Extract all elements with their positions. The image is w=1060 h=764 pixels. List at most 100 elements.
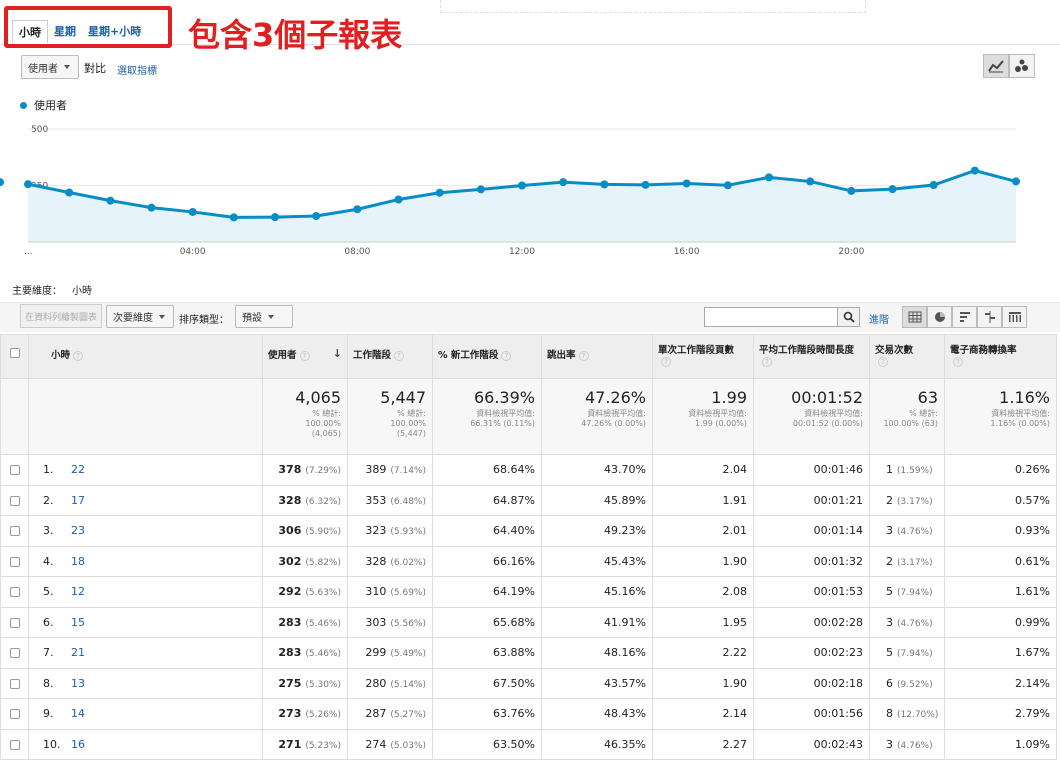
pie-view-button[interactable] bbox=[927, 306, 952, 328]
total-cell: 00:01:52 資料檢視平均值: 00:01:52 (0.00%) bbox=[753, 378, 870, 455]
checkbox-icon bbox=[9, 556, 20, 567]
sessions-cell: 323 (5.93%) bbox=[347, 515, 433, 547]
row-checkbox[interactable] bbox=[0, 637, 29, 669]
new-sessions-cell: 64.87% bbox=[432, 484, 542, 516]
hour-link[interactable]: 16 bbox=[71, 738, 85, 751]
users-cell: 302 (5.82%) bbox=[262, 545, 348, 577]
secondary-dimension-select[interactable]: 次要維度 bbox=[106, 305, 174, 328]
bounce-rate-cell: 43.70% bbox=[541, 454, 653, 486]
performance-view-button[interactable] bbox=[952, 306, 977, 328]
select-all-checkbox[interactable] bbox=[0, 334, 29, 379]
duration-cell: 00:02:43 bbox=[753, 728, 870, 760]
col-label: % 新工作階段 bbox=[438, 350, 499, 361]
col-header-sessions[interactable]: 工作階段? bbox=[347, 334, 433, 379]
data-point bbox=[518, 181, 526, 190]
motion-chart-button[interactable] bbox=[1009, 54, 1035, 78]
table-row[interactable]: 7. 21 283 (5.46%) 299 (5.49%) 63.88% 48.16% 2.22… bbox=[0, 637, 1057, 669]
users-cell: 275 (5.30%) bbox=[262, 667, 348, 699]
checkbox-icon bbox=[9, 587, 20, 598]
sort-type-select[interactable]: 預設 bbox=[235, 305, 293, 328]
hour-link[interactable]: 15 bbox=[71, 616, 85, 629]
table-row[interactable]: 2. 17 328 (6.32%) 353 (6.48%) 64.87% 45.89% 1.91… bbox=[0, 484, 1057, 516]
hour-link[interactable]: 22 bbox=[71, 463, 85, 476]
checkbox-icon bbox=[9, 678, 20, 689]
conversion-cell: 1.09% bbox=[944, 728, 1057, 760]
sessions-value: 280 bbox=[365, 676, 387, 690]
table-row[interactable]: 5. 12 292 (5.63%) 310 (5.69%) 64.19% 45.16% 2.08… bbox=[0, 576, 1057, 608]
hour-link[interactable]: 21 bbox=[71, 646, 85, 659]
data-point bbox=[312, 212, 321, 221]
row-checkbox[interactable] bbox=[0, 728, 29, 760]
tab-weekday[interactable]: 星期 bbox=[48, 20, 82, 43]
tx-pct: (3.17%) bbox=[897, 496, 933, 507]
sort-desc-icon: ↓ bbox=[332, 347, 342, 360]
row-checkbox[interactable] bbox=[0, 576, 29, 608]
col-header-transactions[interactable]: 交易次數? bbox=[869, 334, 945, 379]
hour-link[interactable]: 23 bbox=[71, 524, 85, 537]
col-header-new-sessions[interactable]: % 新工作階段? bbox=[432, 334, 542, 379]
hour-link[interactable]: 18 bbox=[71, 555, 85, 568]
row-checkbox[interactable] bbox=[0, 545, 29, 577]
col-header-users[interactable]: 使用者? ↓ bbox=[262, 334, 348, 379]
col-header-bounce-rate[interactable]: 跳出率? bbox=[541, 334, 653, 379]
table-row[interactable]: 8. 13 275 (5.30%) 280 (5.14%) 67.50% 43.57% 1.90… bbox=[0, 667, 1057, 699]
new-sessions-cell: 63.88% bbox=[432, 637, 542, 669]
row-checkbox[interactable] bbox=[0, 698, 29, 730]
hour-link[interactable]: 14 bbox=[71, 707, 85, 720]
chart-legend: 使用者 bbox=[20, 97, 67, 113]
data-point bbox=[929, 181, 938, 190]
col-header-avg-duration[interactable]: 平均工作階段時間長度? bbox=[753, 334, 870, 379]
table-search-input[interactable] bbox=[704, 307, 860, 327]
col-header-conversion-rate[interactable]: 電子商務轉換率? bbox=[944, 334, 1057, 379]
row-checkbox[interactable] bbox=[0, 454, 29, 486]
search-icon bbox=[843, 311, 855, 323]
metric-select[interactable]: 使用者 bbox=[21, 55, 79, 79]
data-point bbox=[682, 179, 691, 188]
conversion-cell: 0.93% bbox=[944, 515, 1057, 547]
pivot-view-button[interactable] bbox=[1002, 306, 1027, 328]
conversion-cell: 1.67% bbox=[944, 637, 1057, 669]
col-header-hour[interactable]: 小時? bbox=[28, 334, 263, 379]
sessions-cell: 310 (5.69%) bbox=[347, 576, 433, 608]
pick-metric-link[interactable]: 選取指標 bbox=[117, 62, 157, 77]
data-table: 小時? 使用者? ↓ 工作階段? % 新工作階段? 跳出率? 單次工作階段頁數? … bbox=[0, 334, 1057, 760]
row-rank: 10. bbox=[43, 737, 61, 751]
users-cell: 328 (6.32%) bbox=[262, 484, 348, 516]
table-row[interactable]: 9. 14 273 (5.26%) 287 (5.27%) 63.76% 48.43% 2.14… bbox=[0, 698, 1057, 730]
comparison-view-button[interactable] bbox=[977, 306, 1002, 328]
table-header-row: 小時? 使用者? ↓ 工作階段? % 新工作階段? 跳出率? 單次工作階段頁數? … bbox=[0, 334, 1057, 379]
conversion-cell: 0.26% bbox=[944, 454, 1057, 486]
row-checkbox[interactable] bbox=[0, 667, 29, 699]
line-chart-button[interactable] bbox=[983, 54, 1009, 78]
chevron-down-icon bbox=[268, 314, 274, 319]
table-row[interactable]: 4. 18 302 (5.82%) 328 (6.02%) 66.16% 45.43% 1.90… bbox=[0, 545, 1057, 577]
hour-link[interactable]: 13 bbox=[71, 677, 85, 690]
tx-value: 5 bbox=[886, 585, 893, 599]
search-button[interactable] bbox=[837, 308, 859, 326]
row-checkbox[interactable] bbox=[0, 484, 29, 516]
hour-link[interactable]: 12 bbox=[71, 585, 85, 598]
checkbox-icon bbox=[9, 347, 20, 358]
advanced-filter-link[interactable]: 進階 bbox=[869, 311, 889, 326]
table-view-button[interactable] bbox=[902, 306, 927, 328]
row-checkbox[interactable] bbox=[0, 515, 29, 547]
table-row[interactable]: 3. 23 306 (5.90%) 323 (5.93%) 64.40% 49.23% 2.01… bbox=[0, 515, 1057, 547]
hour-link[interactable]: 17 bbox=[71, 494, 85, 507]
bounce-rate-cell: 49.23% bbox=[541, 515, 653, 547]
table-row[interactable]: 1. 22 378 (7.29%) 389 (7.14%) 68.64% 43.70% 2.04… bbox=[0, 454, 1057, 486]
hour-cell: 5. 12 bbox=[28, 576, 263, 608]
duration-cell: 00:01:53 bbox=[753, 576, 870, 608]
conversion-cell: 2.14% bbox=[944, 667, 1057, 699]
plot-rows-button[interactable]: 在資料列繪製圖表 bbox=[20, 304, 102, 328]
tab-weekday-hour[interactable]: 星期+小時 bbox=[82, 20, 147, 43]
tab-hour[interactable]: 小時 bbox=[12, 20, 48, 43]
row-checkbox[interactable] bbox=[0, 606, 29, 638]
table-row[interactable]: 10. 16 271 (5.23%) 274 (5.03%) 63.50% 46.35% 2.2… bbox=[0, 728, 1057, 760]
col-header-pages-per-session[interactable]: 單次工作階段頁數? bbox=[652, 334, 754, 379]
conversion-cell: 1.61% bbox=[944, 576, 1057, 608]
comparison-icon bbox=[984, 311, 995, 323]
sessions-cell: 280 (5.14%) bbox=[347, 667, 433, 699]
chart-type-switcher bbox=[983, 54, 1035, 78]
table-row[interactable]: 6. 15 283 (5.46%) 303 (5.56%) 65.68% 41.91% 1.95… bbox=[0, 606, 1057, 638]
hour-cell: 9. 14 bbox=[28, 698, 263, 730]
